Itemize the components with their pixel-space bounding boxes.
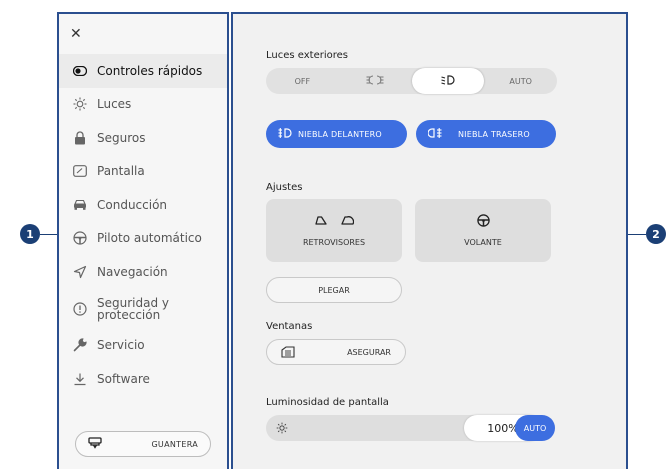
sidebar-item-label: Seguridad y protección	[97, 297, 169, 321]
sidebar-item-label: Seguros	[97, 130, 146, 145]
steering-wheel-icon	[476, 213, 490, 229]
screen-icon	[73, 164, 87, 178]
callout-2-line	[628, 234, 646, 235]
eye-toggle-icon	[73, 64, 87, 78]
download-icon	[73, 372, 87, 386]
windows-title: Ventanas	[266, 321, 313, 332]
alert-circle-icon	[73, 301, 87, 316]
mirrors-tile[interactable]: RETROVISORES	[266, 199, 402, 262]
settings-title: Ajustes	[266, 182, 303, 193]
low-beam-option[interactable]	[411, 68, 485, 94]
sidebar-item-servicio[interactable]: Servicio	[59, 329, 227, 363]
rear-fog-button[interactable]: NIEBLA TRASERO	[416, 120, 556, 148]
fold-mirrors-button[interactable]: PLEGAR	[266, 277, 402, 303]
sidebar-item-software[interactable]: Software	[59, 362, 227, 396]
exterior-lights-title: Luces exteriores	[266, 50, 349, 61]
quick-controls-panel: Luces exteriores OFF AUTO NIEBLA DELANTE…	[231, 12, 628, 469]
sidebar-item-label: Piloto automático	[97, 231, 202, 246]
quick-controls-sidebar: ✕ Controles rápidos Luces Seguros Pantal…	[57, 12, 229, 469]
low-beam-icon	[441, 75, 455, 87]
sidebar-item-label: Software	[97, 371, 150, 386]
sun-icon	[73, 97, 87, 111]
steering-label: VOLANTE	[464, 238, 502, 247]
callout-1: 1	[20, 224, 40, 244]
lights-auto-option[interactable]: AUTO	[484, 68, 557, 94]
mirrors-icons	[314, 214, 354, 228]
right-mirror-icon	[340, 215, 354, 227]
parking-lights-option[interactable]	[339, 68, 412, 94]
sidebar-item-label: Servicio	[97, 338, 145, 353]
window-icon	[281, 346, 295, 358]
exterior-lights-selector: OFF AUTO	[266, 68, 557, 94]
steering-wheel-icon	[73, 231, 87, 245]
sidebar-item-navegacion[interactable]: Navegación	[59, 255, 227, 289]
steering-icons	[476, 213, 490, 229]
brightness-auto-button[interactable]: AUTO	[515, 415, 555, 441]
sidebar-item-seguridad[interactable]: Seguridad y protección	[59, 289, 227, 329]
mirrors-label: RETROVISORES	[302, 238, 366, 247]
front-fog-label: NIEBLA DELANTERO	[298, 129, 382, 139]
sidebar-item-label: Controles rápidos	[97, 63, 203, 78]
parking-lights-icon	[366, 75, 384, 87]
sidebar-item-luces[interactable]: Luces	[59, 88, 227, 122]
glovebox-label: GUANTERA	[151, 439, 198, 449]
brightness-title: Luminosidad de pantalla	[266, 397, 389, 408]
fold-mirrors-label: PLEGAR	[318, 285, 350, 295]
lock-windows-button[interactable]: ASEGURAR	[266, 339, 406, 365]
sidebar-item-label-line2: protección	[97, 307, 161, 322]
sidebar-nav: Controles rápidos Luces Seguros Pantalla	[59, 54, 227, 396]
wrench-icon	[73, 338, 87, 352]
sidebar-item-seguros[interactable]: Seguros	[59, 121, 227, 155]
sidebar-item-controles-rapidos[interactable]: Controles rápidos	[59, 54, 227, 88]
car-icon	[73, 198, 87, 212]
lock-windows-label: ASEGURAR	[347, 347, 391, 357]
rear-fog-icon	[428, 127, 442, 141]
callout-2: 2	[646, 224, 666, 244]
close-icon[interactable]: ✕	[70, 26, 82, 42]
front-fog-icon	[278, 127, 292, 141]
sidebar-item-piloto-automatico[interactable]: Piloto automático	[59, 222, 227, 256]
front-fog-button[interactable]: NIEBLA DELANTERO	[266, 120, 407, 148]
sidebar-item-pantalla[interactable]: Pantalla	[59, 155, 227, 189]
sidebar-item-label: Pantalla	[97, 164, 145, 179]
callout-1-line	[40, 234, 57, 235]
brightness-slider[interactable]: 100%	[266, 415, 542, 441]
rear-fog-label: NIEBLA TRASERO	[458, 129, 530, 139]
sidebar-item-label: Navegación	[97, 264, 168, 279]
lights-off-option[interactable]: OFF	[266, 68, 339, 94]
steering-tile[interactable]: VOLANTE	[415, 199, 551, 262]
left-mirror-icon	[314, 215, 327, 227]
sidebar-item-label: Conducción	[97, 197, 168, 212]
brightness-icon	[276, 422, 288, 434]
navigation-arrow-icon	[73, 265, 87, 279]
glovebox-button[interactable]: GUANTERA	[75, 431, 211, 457]
lock-icon	[73, 131, 87, 145]
sidebar-item-conduccion[interactable]: Conducción	[59, 188, 227, 222]
glovebox-icon	[88, 437, 102, 451]
screenshot: 1 2 ✕ Controles rápidos Luces Seguros Pa…	[0, 0, 672, 469]
sidebar-item-label: Luces	[97, 97, 132, 112]
